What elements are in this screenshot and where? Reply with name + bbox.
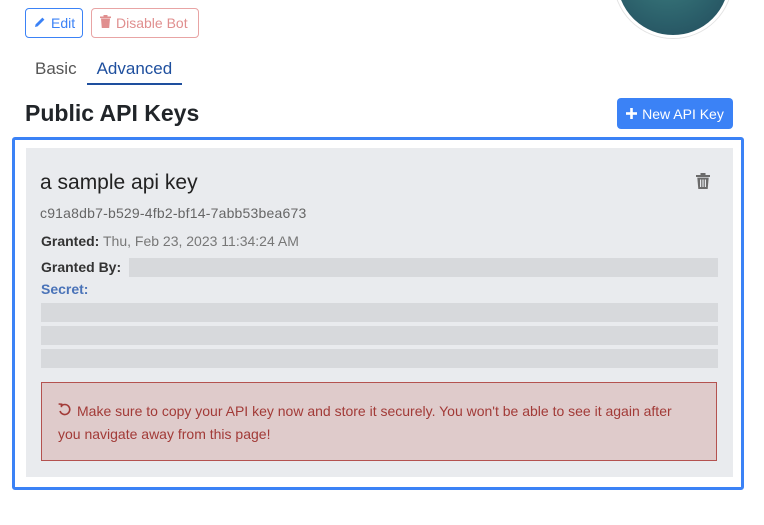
- disable-bot-label: Disable Bot: [116, 15, 188, 31]
- avatar: [614, 0, 732, 38]
- granted-label: Granted:: [41, 233, 100, 249]
- pencil-icon: [34, 15, 46, 31]
- granted-row: Granted: Thu, Feb 23, 2023 11:34:24 AM: [41, 233, 299, 249]
- edit-button[interactable]: Edit: [25, 8, 83, 38]
- undo-icon: [58, 400, 71, 423]
- granted-by-row: Granted By:: [41, 259, 121, 275]
- edit-label: Edit: [51, 15, 76, 31]
- secret-label: Secret:: [41, 281, 89, 297]
- alert-message: Make sure to copy your API key now and s…: [58, 403, 672, 442]
- api-key-name: a sample api key: [40, 171, 198, 194]
- delete-key-icon[interactable]: [696, 173, 710, 189]
- page-title: Public API Keys: [25, 100, 200, 126]
- plus-icon: [626, 106, 638, 122]
- secret-redacted-line: [41, 349, 718, 368]
- tab-advanced[interactable]: Advanced: [86, 56, 183, 85]
- disable-bot-button[interactable]: Disable Bot: [91, 8, 199, 38]
- trash-icon: [100, 15, 111, 31]
- copy-warning-alert: Make sure to copy your API key now and s…: [41, 382, 717, 461]
- new-api-key-label: New API Key: [642, 105, 724, 122]
- granted-by-redacted: [129, 258, 718, 277]
- granted-by-label: Granted By:: [41, 259, 122, 275]
- tab-basic[interactable]: Basic: [25, 56, 87, 85]
- new-api-key-button[interactable]: New API Key: [617, 98, 733, 129]
- tab-bar: Basic Advanced: [25, 56, 183, 85]
- api-key-id: c91a8db7-b529-4fb2-bf14-7abb53bea673: [40, 205, 307, 221]
- secret-redacted-line: [41, 303, 718, 322]
- granted-value: Thu, Feb 23, 2023 11:34:24 AM: [102, 233, 299, 249]
- secret-redacted-line: [41, 326, 718, 345]
